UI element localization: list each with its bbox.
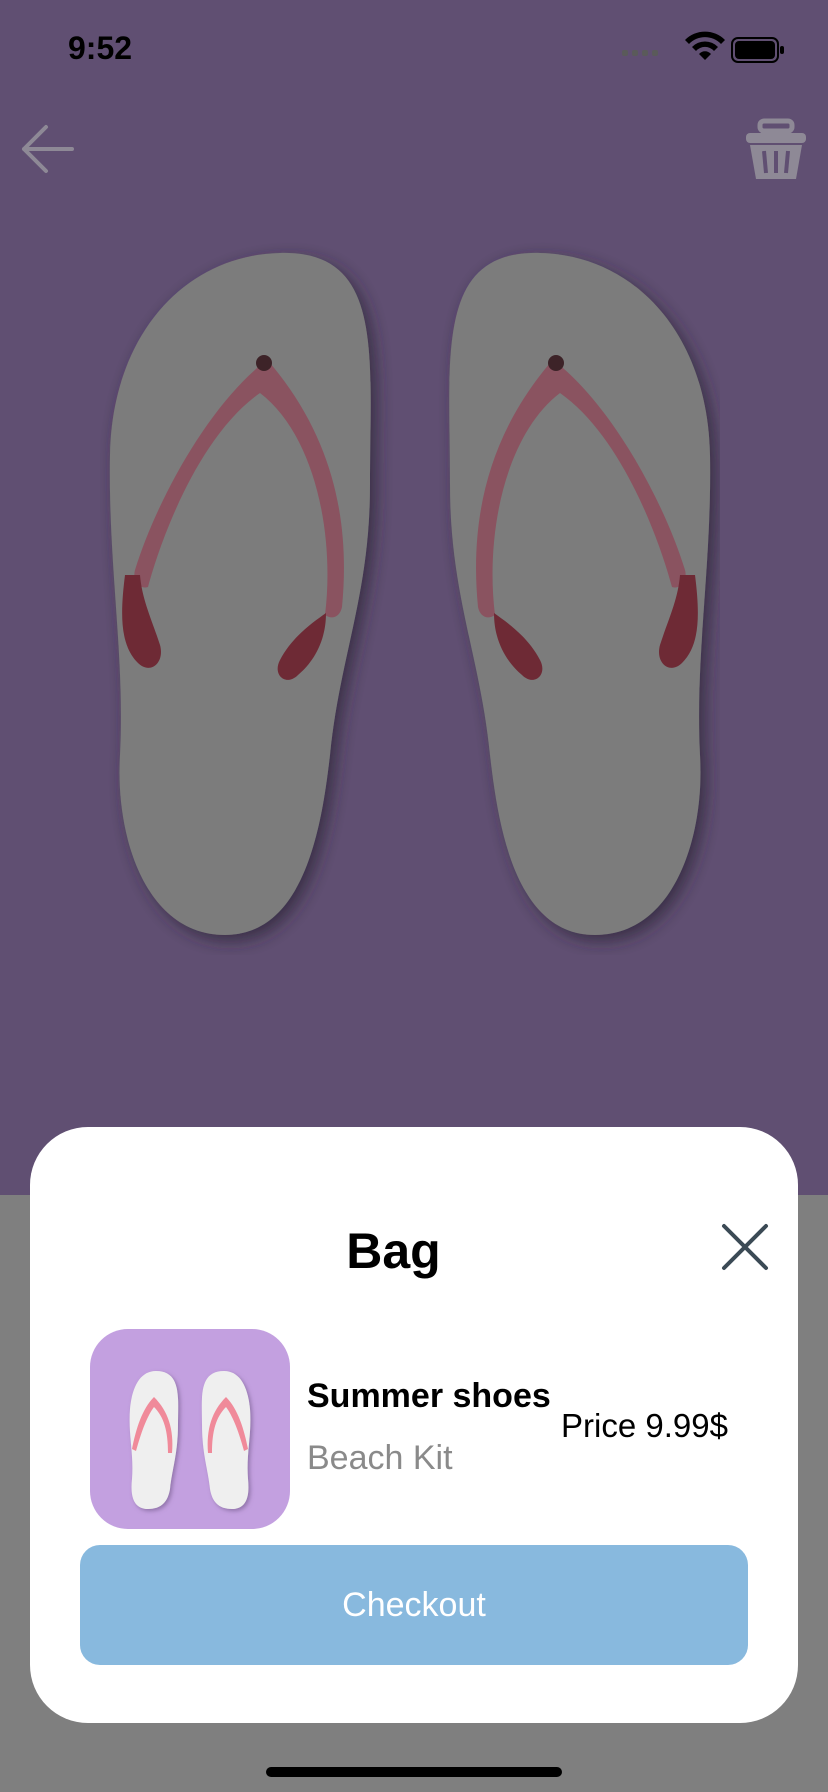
status-time: 9:52	[68, 30, 133, 66]
arrow-left-icon[interactable]	[18, 120, 76, 178]
left-flip-flop	[109, 252, 371, 936]
flip-flops-image	[109, 252, 711, 936]
item-thumbnail	[90, 1329, 290, 1529]
item-price: Price 9.99$	[561, 1407, 728, 1444]
basket-icon[interactable]	[744, 117, 808, 183]
battery-icon	[731, 37, 784, 63]
cellular-signal-icon	[622, 50, 658, 56]
close-icon[interactable]	[720, 1222, 770, 1272]
sheet-title: Bag	[346, 1223, 441, 1279]
item-subtitle: Beach Kit	[307, 1439, 453, 1477]
flip-flops-thumbnail	[129, 1371, 251, 1509]
item-name: Summer shoes	[307, 1377, 551, 1415]
checkout-button[interactable]: Checkout	[80, 1545, 748, 1665]
wifi-icon	[685, 31, 725, 60]
right-flip-flop	[449, 252, 711, 936]
bag-sheet: Bag Summer shoes Beach Kit Price 9.99$ C…	[30, 1127, 798, 1723]
status-icons	[622, 31, 784, 63]
home-indicator[interactable]	[266, 1767, 562, 1777]
